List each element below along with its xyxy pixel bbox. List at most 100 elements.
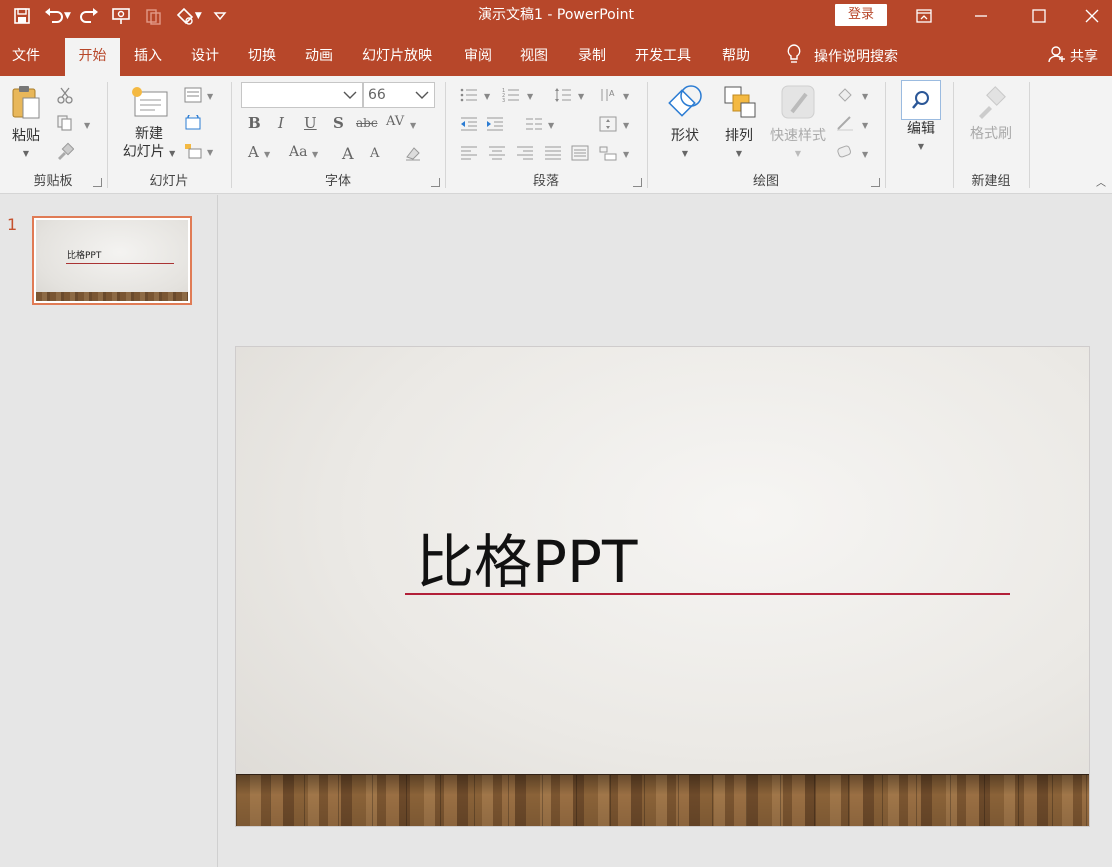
clipboard-launcher-icon[interactable] [93, 178, 102, 187]
layout-dropdown-icon[interactable]: ▼ [207, 92, 213, 101]
touch-dropdown-icon[interactable]: ▼ [195, 11, 202, 21]
redo-icon[interactable] [75, 2, 103, 30]
shapes-button[interactable]: 形状 ▼ [660, 82, 710, 163]
edit-button[interactable]: 编辑 ▼ [898, 80, 944, 156]
smartart-icon[interactable] [599, 144, 617, 162]
align-text-dropdown-icon[interactable]: ▼ [623, 121, 629, 130]
format-painter-label: 格式刷 [970, 126, 1012, 142]
shape-fill-icon[interactable] [836, 86, 854, 104]
line-spacing-dropdown-icon[interactable]: ▼ [578, 92, 584, 101]
shape-fill-dropdown-icon[interactable]: ▼ [862, 92, 868, 101]
cut-icon[interactable] [56, 86, 74, 104]
edit-label: 编辑 [907, 121, 935, 137]
present-icon[interactable] [107, 2, 135, 30]
paste-disabled-icon[interactable] [139, 2, 167, 30]
tab-design[interactable]: 设计 [179, 38, 231, 76]
justify-icon[interactable] [544, 144, 562, 162]
increase-font-icon[interactable]: A [342, 144, 354, 163]
decrease-indent-icon[interactable] [460, 115, 478, 133]
font-color-dropdown-icon[interactable]: ▼ [264, 150, 270, 159]
customize-icon[interactable] [206, 2, 234, 30]
login-button[interactable]: 登录 [835, 4, 887, 26]
clear-format-icon[interactable] [404, 144, 422, 162]
underline-icon[interactable]: U [304, 114, 317, 132]
shape-effects-dropdown-icon[interactable]: ▼ [862, 150, 868, 159]
change-case-icon[interactable]: Aa [289, 144, 307, 160]
reset-icon[interactable] [184, 114, 202, 132]
arrange-button[interactable]: 排列 ▼ [714, 82, 764, 163]
tab-transitions[interactable]: 切换 [236, 38, 288, 76]
bullets-icon[interactable] [460, 86, 478, 104]
tab-file[interactable]: 文件 [0, 38, 52, 76]
tab-insert[interactable]: 插入 [122, 38, 174, 76]
smartart-dropdown-icon[interactable]: ▼ [623, 150, 629, 159]
group-divider [1029, 82, 1030, 188]
font-launcher-icon[interactable] [431, 178, 440, 187]
text-direction-icon[interactable]: A [599, 86, 617, 104]
tab-view[interactable]: 视图 [508, 38, 560, 76]
distributed-icon[interactable] [571, 144, 589, 162]
copy-dropdown-icon[interactable]: ▼ [84, 121, 90, 130]
tab-slideshow[interactable]: 幻灯片放映 [350, 38, 444, 76]
tab-help[interactable]: 帮助 [710, 38, 762, 76]
italic-icon[interactable]: I [278, 114, 284, 132]
save-icon[interactable] [8, 2, 36, 30]
numbering-dropdown-icon[interactable]: ▼ [527, 92, 533, 101]
shadow-icon[interactable]: S [333, 114, 344, 132]
quick-styles-button[interactable]: 快速样式 ▼ [766, 82, 830, 163]
font-name-combo[interactable] [241, 82, 363, 108]
font-color-icon[interactable]: A [248, 143, 259, 161]
slide-thumbnail[interactable]: 比格PPT [32, 216, 192, 305]
slide-canvas[interactable]: 比格PPT [235, 346, 1090, 827]
minimize-icon[interactable] [953, 0, 1009, 32]
increase-indent-icon[interactable] [486, 115, 504, 133]
shape-effects-icon[interactable] [836, 142, 854, 160]
section-icon[interactable] [184, 142, 202, 160]
align-text-icon[interactable] [599, 115, 617, 133]
shape-outline-dropdown-icon[interactable]: ▼ [862, 121, 868, 130]
close-icon[interactable] [1064, 0, 1112, 32]
char-spacing-icon[interactable]: AV [386, 114, 404, 129]
tab-review[interactable]: 审阅 [452, 38, 504, 76]
format-painter-small-icon[interactable] [56, 142, 74, 160]
tab-home[interactable]: 开始 [65, 38, 120, 76]
bold-icon[interactable]: B [248, 114, 261, 132]
char-spacing-dropdown-icon[interactable]: ▼ [410, 121, 416, 130]
tab-animations[interactable]: 动画 [293, 38, 345, 76]
share-button[interactable]: 共享 [1048, 38, 1098, 74]
tell-me-search[interactable]: 操作说明搜索 [786, 38, 898, 74]
maximize-icon[interactable] [1011, 0, 1067, 32]
slide-title[interactable]: 比格PPT [416, 515, 637, 599]
clipboard-group: 粘贴 ▼ ▼ 剪贴板 [0, 76, 106, 193]
text-direction-dropdown-icon[interactable]: ▼ [623, 92, 629, 101]
align-right-icon[interactable] [516, 144, 534, 162]
numbering-icon[interactable]: 123 [502, 86, 520, 104]
columns-dropdown-icon[interactable]: ▼ [548, 121, 554, 130]
font-name-dropdown-icon[interactable] [342, 83, 358, 117]
tab-record[interactable]: 录制 [566, 38, 618, 76]
ribbon-display-icon[interactable] [896, 0, 952, 32]
tab-developer[interactable]: 开发工具 [623, 38, 703, 76]
align-center-icon[interactable] [488, 144, 506, 162]
new-slide-button[interactable]: 新建 幻灯片 ▼ [116, 84, 182, 163]
drawing-launcher-icon[interactable] [871, 178, 880, 187]
shape-outline-icon[interactable] [836, 114, 854, 132]
align-left-icon[interactable] [460, 144, 478, 162]
layout-icon[interactable] [184, 86, 202, 104]
new-slide-label-1: 新建 [135, 126, 163, 142]
collapse-ribbon-icon[interactable]: ︿ [1096, 174, 1106, 189]
paste-button[interactable]: 粘贴 ▼ [6, 84, 46, 163]
decrease-font-icon[interactable]: A [370, 146, 379, 161]
copy-icon[interactable] [56, 114, 74, 132]
font-size-combo[interactable]: 66 [363, 82, 435, 108]
line-spacing-icon[interactable] [554, 86, 572, 104]
bullets-dropdown-icon[interactable]: ▼ [484, 92, 490, 101]
change-case-dropdown-icon[interactable]: ▼ [312, 150, 318, 159]
undo-dropdown-icon[interactable]: ▼ [64, 11, 71, 21]
font-size-dropdown-icon[interactable] [414, 83, 430, 117]
section-dropdown-icon[interactable]: ▼ [207, 148, 213, 157]
paragraph-launcher-icon[interactable] [633, 178, 642, 187]
format-painter-button[interactable]: 格式刷 [960, 86, 1022, 143]
strikethrough-icon[interactable]: abc [356, 116, 378, 130]
columns-icon[interactable] [525, 115, 543, 133]
